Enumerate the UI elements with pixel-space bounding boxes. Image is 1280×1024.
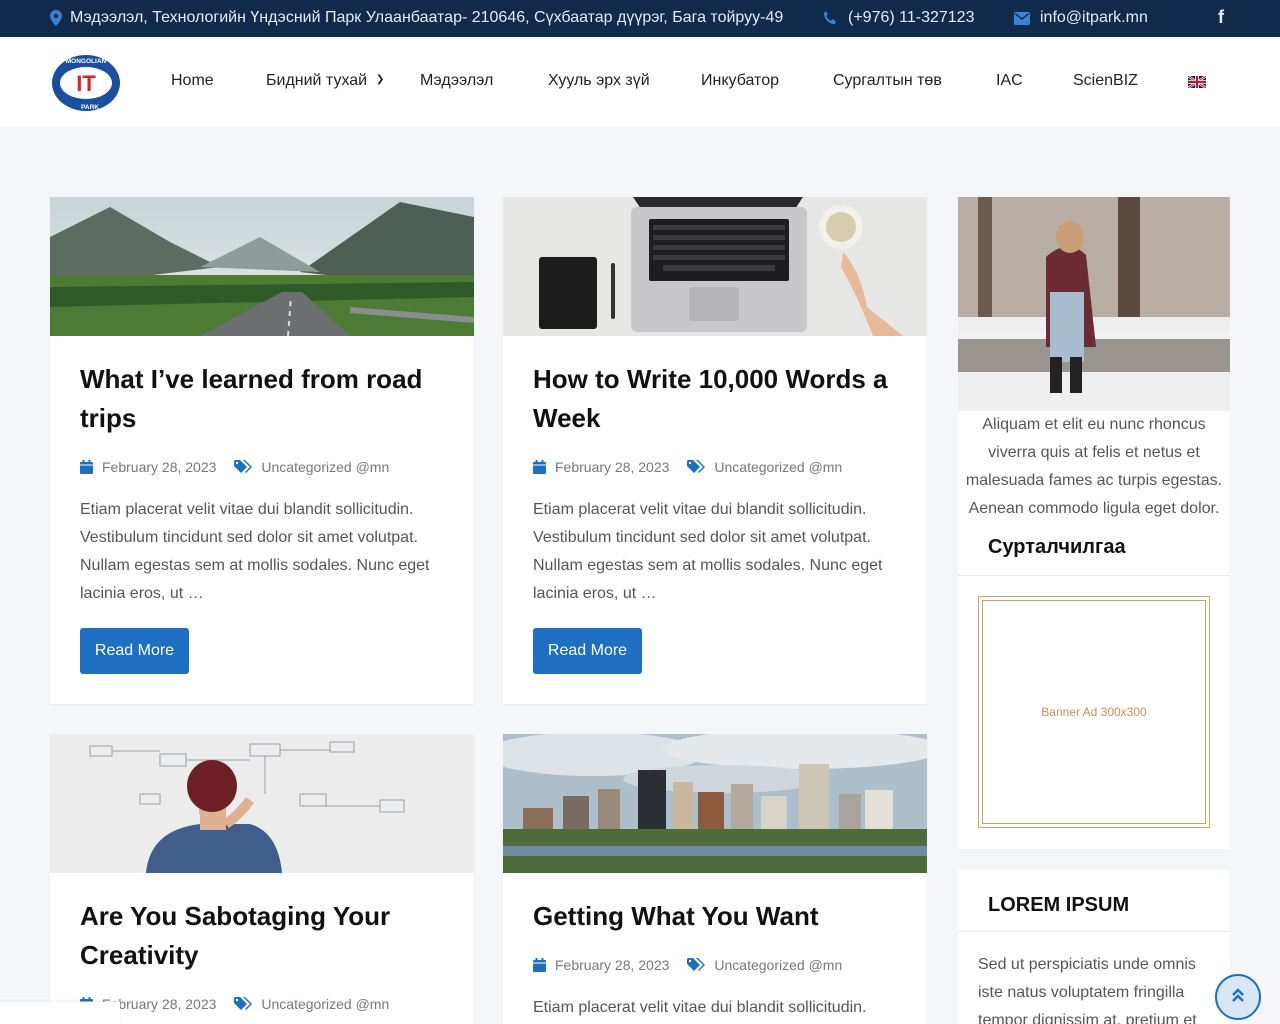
nav-item-home[interactable]: Home — [171, 72, 214, 90]
post-image-whiteboard[interactable] — [50, 734, 474, 873]
nav-item-scienbiz[interactable]: ScienBIZ — [1073, 72, 1138, 90]
nav-item-law[interactable]: Хууль эрх зүй — [548, 72, 650, 90]
phone-icon — [822, 10, 838, 26]
nav-item-about[interactable]: Бидний тухай — [266, 72, 367, 90]
post-card: How to Write 10,000 Words a Week Februar… — [503, 197, 927, 704]
post-image-laptop[interactable] — [503, 197, 927, 336]
logo-top-text: MONGOLIAN — [66, 58, 107, 65]
calendar-icon — [533, 958, 546, 972]
lorem-widget-title: LOREM IPSUM — [988, 894, 1130, 916]
post-card: Getting What You Want February 28, 2023 … — [503, 734, 927, 1024]
post-category[interactable]: Uncategorized @mn — [714, 459, 842, 475]
post-title[interactable]: Are You Sabotaging Your Creativity — [80, 897, 450, 975]
address-text: Мэдээлэл, Технологийн Үндэсний Парк Улаа… — [70, 9, 784, 26]
post-image-road[interactable] — [50, 197, 474, 336]
email-text[interactable]: info@itpark.mn — [1040, 9, 1148, 27]
tags-icon — [234, 997, 253, 1011]
banner-ad-label[interactable]: Banner Ad 300x300 — [982, 600, 1206, 824]
post-meta: February 28, 2023 Uncategorized @mn — [80, 459, 389, 475]
nav-item-iac[interactable]: IAC — [996, 72, 1023, 90]
post-excerpt: Etiam placerat velit vitae dui blandit s… — [80, 501, 430, 602]
nav-item-news[interactable]: Мэдээлэл — [420, 72, 493, 90]
phone-text[interactable]: (+976) 11-327123 — [848, 9, 974, 27]
site-header: IT MONGOLIAN PARK Home Бидний тухай ❯ Мэ… — [0, 37, 1280, 127]
post-category[interactable]: Uncategorized @mn — [261, 996, 389, 1012]
calendar-icon — [533, 460, 546, 474]
phone-info[interactable]: (+976) 11-327123 — [822, 9, 974, 27]
post-category[interactable]: Uncategorized @mn — [714, 957, 842, 973]
read-more-button[interactable]: Read More — [80, 628, 189, 674]
ads-widget-title: Сурталчилгаа — [988, 536, 1126, 558]
post-card: Are You Sabotaging Your Creativity Febru… — [50, 734, 474, 1024]
envelope-icon — [1014, 11, 1030, 25]
location-icon — [50, 10, 62, 26]
post-meta: February 28, 2023 Uncategorized @mn — [533, 459, 842, 475]
email-info[interactable]: info@itpark.mn — [1014, 9, 1148, 27]
cookie-notice-edge — [0, 1002, 120, 1024]
sidebar-image-winter[interactable] — [958, 197, 1230, 411]
post-meta: February 28, 2023 Uncategorized @mn — [80, 996, 389, 1012]
post-title[interactable]: What I’ve learned from road trips — [80, 360, 450, 438]
top-info-bar: Мэдээлэл, Технологийн Үндэсний Парк Улаа… — [0, 0, 1280, 37]
chevron-down-icon[interactable]: ❯ — [376, 74, 384, 85]
tags-icon — [687, 460, 706, 474]
sidebar-divider — [958, 931, 1230, 932]
sidebar-image-widget: Aliquam et elit eu nunc rhoncus viverra … — [958, 197, 1230, 575]
post-card: What I’ve learned from road trips Februa… — [50, 197, 474, 704]
lorem-widget-text: Sed ut perspiciatis unde omnis iste natu… — [978, 956, 1197, 1024]
logo-main-text: IT — [76, 71, 96, 96]
post-title[interactable]: Getting What You Want — [533, 897, 903, 936]
banner-ad[interactable]: Banner Ad 300x300 — [978, 596, 1210, 828]
tags-icon — [234, 460, 253, 474]
post-date[interactable]: February 28, 2023 — [555, 459, 669, 475]
sidebar-image-caption: Aliquam et elit eu nunc rhoncus viverra … — [965, 416, 1223, 517]
facebook-icon[interactable]: f — [1218, 7, 1224, 28]
sidebar-ad-widget: Banner Ad 300x300 — [958, 576, 1230, 849]
post-date[interactable]: February 28, 2023 — [102, 459, 216, 475]
post-excerpt: Etiam placerat velit vitae dui blandit s… — [533, 999, 867, 1016]
calendar-icon — [80, 460, 93, 474]
post-excerpt: Etiam placerat velit vitae dui blandit s… — [533, 501, 883, 602]
nav-item-training[interactable]: Сургалтын төв — [833, 72, 942, 90]
sidebar-lorem-widget: LOREM IPSUM Sed ut perspiciatis unde omn… — [958, 870, 1230, 1024]
logo-bottom-text: PARK — [81, 104, 99, 111]
read-more-button[interactable]: Read More — [533, 628, 642, 674]
post-date[interactable]: February 28, 2023 — [555, 957, 669, 973]
uk-flag-icon[interactable] — [1187, 75, 1207, 89]
address-info: Мэдээлэл, Технологийн Үндэсний Парк Улаа… — [50, 9, 783, 27]
scroll-to-top-button[interactable] — [1215, 974, 1261, 1020]
double-chevron-up-icon — [1231, 987, 1245, 1008]
nav-item-incubator[interactable]: Инкубатор — [701, 72, 779, 90]
post-image-city[interactable] — [503, 734, 927, 873]
post-category[interactable]: Uncategorized @mn — [261, 459, 389, 475]
site-logo[interactable]: IT MONGOLIAN PARK — [50, 53, 122, 113]
post-meta: February 28, 2023 Uncategorized @mn — [533, 957, 842, 973]
tags-icon — [687, 958, 706, 972]
post-title[interactable]: How to Write 10,000 Words a Week — [533, 360, 903, 438]
